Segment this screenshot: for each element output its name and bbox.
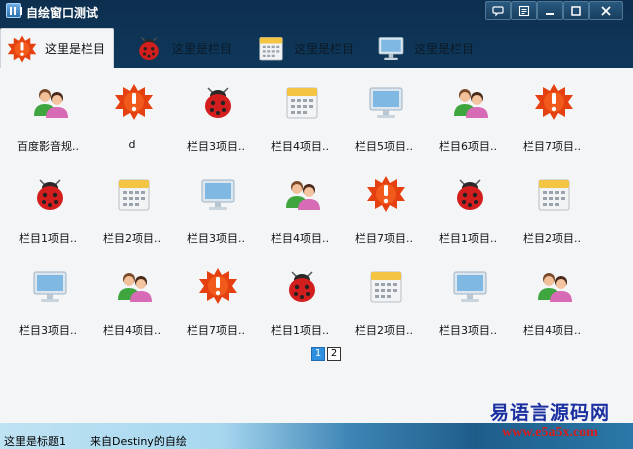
maximize-button[interactable] bbox=[563, 1, 589, 20]
grid-item-label: 栏目1项目.. bbox=[19, 232, 77, 245]
grid-item[interactable]: 栏目4项目.. bbox=[258, 72, 342, 160]
grid-item[interactable]: 栏目3项目.. bbox=[174, 72, 258, 160]
minimize-button[interactable] bbox=[537, 1, 563, 20]
pager: 1 2 bbox=[311, 347, 341, 361]
app-icon bbox=[6, 3, 22, 18]
grid-item-label: 栏目3项目.. bbox=[187, 232, 245, 245]
grid-item[interactable]: 栏目3项目.. bbox=[174, 164, 258, 252]
grid-item[interactable]: 栏目4项目.. bbox=[510, 256, 594, 344]
content-panel: 百度影音规.. d 栏目3项目.. 栏目4项目.. 栏目5项目.. 栏目6项目.. 栏目7项… bbox=[0, 68, 633, 423]
grid-item[interactable]: 栏目1项目.. bbox=[426, 164, 510, 252]
grid-item[interactable]: 栏目3项目.. bbox=[6, 256, 90, 344]
grid-item[interactable]: 栏目2项目.. bbox=[510, 164, 594, 252]
grid-item[interactable]: d bbox=[90, 72, 174, 160]
grid-item-label: 栏目3项目.. bbox=[187, 140, 245, 153]
maximize-icon bbox=[571, 5, 581, 16]
alert-badge-icon bbox=[366, 174, 406, 214]
ladybug-icon bbox=[450, 174, 490, 214]
alert-badge-icon bbox=[198, 266, 238, 306]
grid-item[interactable]: 栏目2项目.. bbox=[342, 256, 426, 344]
users-icon bbox=[282, 174, 322, 214]
grid-item-label: 栏目4项目.. bbox=[271, 140, 329, 153]
minimize-icon bbox=[546, 12, 554, 15]
alert-badge-icon bbox=[114, 82, 154, 122]
grid-item-label: 栏目3项目.. bbox=[19, 324, 77, 337]
ladybug-icon bbox=[139, 37, 159, 60]
speech-bubble-icon bbox=[492, 5, 504, 16]
page-1-button[interactable]: 1 bbox=[311, 347, 325, 361]
grid-item[interactable]: 栏目6项目.. bbox=[426, 72, 510, 160]
alert-badge-icon bbox=[534, 82, 574, 122]
monitor-icon bbox=[198, 174, 238, 214]
menu-button[interactable] bbox=[511, 1, 537, 20]
grid-item[interactable]: 栏目4项目.. bbox=[90, 256, 174, 344]
grid-item[interactable]: 百度影音规.. bbox=[6, 72, 90, 160]
tab-bar: 这里是栏目 这里是栏目 这里是栏目 这里是栏目 bbox=[0, 28, 633, 68]
grid-item[interactable]: 栏目3项目.. bbox=[426, 256, 510, 344]
list-icon bbox=[518, 5, 530, 16]
tab-1-label: 这里是栏目 bbox=[45, 42, 106, 56]
grid-item[interactable]: 栏目7项目.. bbox=[174, 256, 258, 344]
grid-item[interactable]: 栏目2项目.. bbox=[90, 164, 174, 252]
grid-item-label: 栏目1项目.. bbox=[271, 324, 329, 337]
grid-item-label: 栏目2项目.. bbox=[103, 232, 161, 245]
users-icon bbox=[450, 82, 490, 122]
monitor-icon bbox=[450, 266, 490, 306]
grid-item-label: 栏目2项目.. bbox=[523, 232, 581, 245]
grid-item[interactable]: 栏目1项目.. bbox=[6, 164, 90, 252]
grid-item-label: 栏目7项目.. bbox=[355, 232, 413, 245]
tab-1[interactable]: 这里是栏目 bbox=[0, 28, 114, 68]
grid-item-label: 栏目5项目.. bbox=[355, 140, 413, 153]
watermark-title: 易语言源码网 bbox=[489, 402, 610, 424]
grid-item-label: 栏目1项目.. bbox=[439, 232, 497, 245]
grid-item-label: 栏目3项目.. bbox=[439, 324, 497, 337]
tab-2[interactable]: 这里是栏目 bbox=[128, 28, 232, 68]
close-button[interactable] bbox=[589, 1, 623, 20]
grid-item-label: 栏目4项目.. bbox=[271, 232, 329, 245]
grid-item-label: 栏目7项目.. bbox=[187, 324, 245, 337]
tab-4-label: 这里是栏目 bbox=[414, 41, 475, 56]
tab-3[interactable]: 这里是栏目 bbox=[250, 28, 354, 68]
app-window: 自绘窗口测试 这里是栏目 这里是栏目 这里是栏目 这里是栏目 百度影音规.. d… bbox=[0, 0, 633, 449]
tab-2-label: 这里是栏目 bbox=[172, 41, 233, 56]
grid-item[interactable]: 栏目7项目.. bbox=[342, 164, 426, 252]
grid-item-label: 栏目6项目.. bbox=[439, 140, 497, 153]
status-text-right: 来自Destiny的自绘 bbox=[90, 435, 187, 448]
grid-item[interactable]: 栏目1项目.. bbox=[258, 256, 342, 344]
calendar-icon bbox=[366, 266, 406, 306]
grid-item-label: 栏目2项目.. bbox=[355, 324, 413, 337]
calendar-icon bbox=[259, 37, 283, 61]
monitor-icon bbox=[378, 37, 404, 60]
ladybug-icon bbox=[282, 266, 322, 306]
window-title: 自绘窗口测试 bbox=[26, 6, 99, 20]
status-text-left: 这里是标题1 bbox=[4, 435, 66, 448]
alert-badge-icon bbox=[7, 35, 37, 62]
grid-item[interactable]: 栏目7项目.. bbox=[510, 72, 594, 160]
users-icon bbox=[30, 82, 70, 122]
calendar-icon bbox=[534, 174, 574, 214]
watermark-url: www.e5a5x.com bbox=[502, 425, 598, 440]
tab-3-label: 这里是栏目 bbox=[294, 41, 355, 56]
ladybug-icon bbox=[30, 174, 70, 214]
grid-item-label: 百度影音规.. bbox=[17, 140, 79, 153]
grid-item[interactable]: 栏目5项目.. bbox=[342, 72, 426, 160]
ladybug-icon bbox=[198, 82, 238, 122]
watermark: 易语言源码网 www.e5a5x.com bbox=[470, 398, 630, 446]
grid-item-label: 栏目7项目.. bbox=[523, 140, 581, 153]
grid-item-label: 栏目4项目.. bbox=[103, 324, 161, 337]
close-icon bbox=[601, 5, 611, 16]
grid-item[interactable]: 栏目4项目.. bbox=[258, 164, 342, 252]
monitor-icon bbox=[30, 266, 70, 306]
users-icon bbox=[114, 266, 154, 306]
calendar-icon bbox=[114, 174, 154, 214]
grid-item-label: d bbox=[128, 138, 136, 151]
monitor-icon bbox=[366, 82, 406, 122]
title-bar[interactable]: 自绘窗口测试 bbox=[0, 0, 633, 22]
tab-4[interactable]: 这里是栏目 bbox=[370, 28, 474, 68]
grid-item-label: 栏目4项目.. bbox=[523, 324, 581, 337]
chat-button[interactable] bbox=[485, 1, 511, 20]
page-2-button[interactable]: 2 bbox=[327, 347, 341, 361]
users-icon bbox=[534, 266, 574, 306]
calendar-icon bbox=[282, 82, 322, 122]
